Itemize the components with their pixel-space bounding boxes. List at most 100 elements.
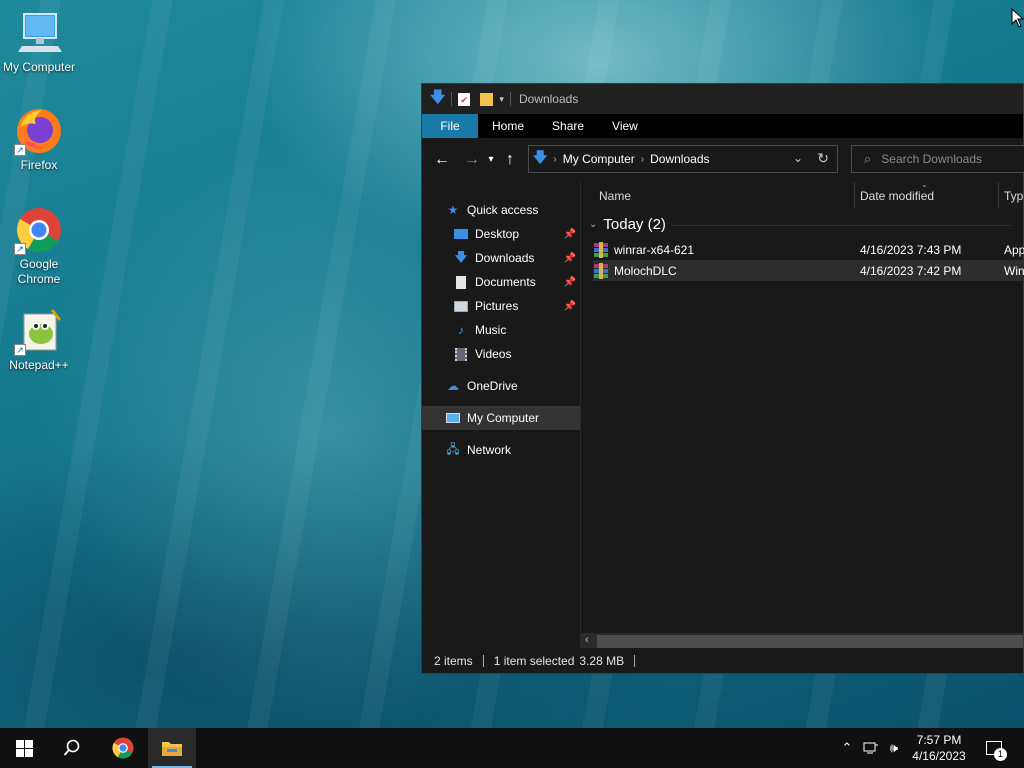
desktop-icon-firefox[interactable]: ↗ Firefox bbox=[0, 106, 78, 173]
window-title: Downloads bbox=[518, 92, 579, 106]
search-icon bbox=[63, 739, 80, 756]
desktop-icon-label: My Computer bbox=[2, 60, 76, 74]
status-size: 3.28 MB bbox=[579, 653, 625, 668]
action-center-button[interactable]: 1 bbox=[980, 728, 1008, 768]
column-divider[interactable] bbox=[854, 182, 855, 208]
nav-item-videos[interactable]: Videos bbox=[422, 342, 580, 366]
scroll-left-arrow-icon[interactable]: ‹ bbox=[585, 634, 589, 646]
new-folder-icon[interactable] bbox=[480, 92, 494, 106]
file-date: 4/16/2023 7:43 PM bbox=[860, 242, 962, 257]
forward-arrow-icon[interactable]: → bbox=[460, 148, 484, 172]
video-icon bbox=[454, 347, 468, 361]
pin-icon[interactable]: 📌 bbox=[564, 301, 576, 312]
taskbar-file-explorer[interactable] bbox=[148, 728, 196, 768]
show-hidden-icons-chevron-icon[interactable]: ⌃ bbox=[838, 728, 856, 768]
chevron-right-icon[interactable]: › bbox=[641, 154, 644, 165]
desktop-icon-my-computer[interactable]: My Computer bbox=[0, 8, 78, 75]
file-type: App bbox=[1004, 242, 1024, 257]
nav-item-quick-access[interactable]: ★ Quick access bbox=[422, 198, 580, 222]
desktop-icon-label: Google bbox=[19, 257, 59, 271]
search-icon: ⌕ bbox=[864, 151, 872, 166]
nav-item-music[interactable]: ♪ Music bbox=[422, 318, 580, 342]
desktop-icon-notepadpp[interactable]: ↗ Notepad++ bbox=[0, 306, 78, 373]
up-arrow-icon[interactable]: ↑ bbox=[498, 148, 522, 172]
customize-qat-chevron-icon[interactable]: ▾ bbox=[499, 94, 504, 105]
desktop-icon-label: Chrome bbox=[17, 272, 61, 286]
nav-item-network[interactable]: 🖧 Network bbox=[422, 438, 580, 462]
divider bbox=[482, 654, 484, 667]
nav-item-documents[interactable]: Documents 📌 bbox=[422, 270, 580, 294]
column-header-date-modified[interactable]: Date modified bbox=[860, 189, 934, 203]
nav-item-desktop[interactable]: Desktop 📌 bbox=[422, 222, 580, 246]
sort-chevron-icon: ⌄ bbox=[921, 180, 928, 189]
scrollbar-thumb[interactable] bbox=[597, 635, 1023, 648]
file-list[interactable]: Name Date modified ⌄ Type ⌄ Today (2) bbox=[581, 180, 1024, 650]
chevron-down-icon[interactable]: ⌄ bbox=[793, 151, 803, 165]
group-label: Today (2) bbox=[603, 216, 666, 233]
navigation-bar: ← → ▾ ↑ 🡇 › My Computer › Downloads ⌄ ↻ … bbox=[422, 138, 1024, 182]
tab-file[interactable]: File bbox=[422, 114, 478, 138]
cloud-icon: ☁ bbox=[447, 379, 459, 393]
network-status-icon[interactable] bbox=[860, 728, 882, 768]
search-button[interactable] bbox=[48, 728, 96, 768]
breadcrumb-downloads[interactable]: Downloads bbox=[650, 152, 709, 166]
system-clock[interactable]: 7:57 PM 4/16/2023 bbox=[902, 732, 976, 764]
download-arrow-icon: 🡇 bbox=[454, 249, 468, 264]
search-box[interactable]: ⌕ Search Downloads bbox=[851, 145, 1024, 173]
shortcut-arrow-icon: ↗ bbox=[14, 243, 26, 255]
start-button[interactable] bbox=[0, 728, 48, 768]
nav-item-onedrive[interactable]: ☁ OneDrive bbox=[422, 374, 580, 398]
breadcrumb-my-computer[interactable]: My Computer bbox=[563, 152, 635, 166]
desktop-icon-label: Firefox bbox=[20, 158, 58, 172]
divider bbox=[451, 92, 453, 106]
firefox-icon: ↗ bbox=[14, 106, 64, 156]
recent-locations-chevron-icon[interactable]: ▾ bbox=[484, 148, 498, 172]
winrar-icon bbox=[593, 262, 609, 279]
properties-icon[interactable]: ✔ bbox=[458, 92, 471, 106]
nav-item-label: Documents bbox=[475, 275, 536, 289]
group-header-today[interactable]: ⌄ Today (2) bbox=[589, 216, 1011, 233]
chevron-right-icon[interactable]: › bbox=[553, 154, 556, 165]
title-bar[interactable]: 🡇 ✔ ▾ Downloads bbox=[422, 84, 1023, 114]
column-divider[interactable] bbox=[998, 182, 999, 208]
desktop-icon-chrome[interactable]: ↗ Google Chrome bbox=[0, 205, 78, 287]
mouse-cursor-icon bbox=[1011, 8, 1024, 28]
chrome-icon bbox=[112, 737, 134, 759]
column-header-type[interactable]: Type bbox=[1004, 189, 1024, 203]
file-explorer-window[interactable]: 🡇 ✔ ▾ Downloads File Home Share View ← →… bbox=[421, 83, 1024, 674]
search-placeholder: Search Downloads bbox=[881, 152, 983, 166]
document-icon bbox=[454, 275, 468, 289]
pin-icon[interactable]: 📌 bbox=[564, 229, 576, 240]
picture-icon bbox=[454, 299, 468, 313]
refresh-icon[interactable]: ↻ bbox=[817, 150, 829, 167]
file-type: Win bbox=[1004, 263, 1024, 278]
divider bbox=[634, 654, 636, 667]
notification-count-badge: 1 bbox=[994, 748, 1007, 761]
chevron-down-icon[interactable]: ⌄ bbox=[589, 219, 597, 230]
nav-item-my-computer[interactable]: My Computer bbox=[422, 406, 580, 430]
nav-item-label: Music bbox=[475, 323, 507, 337]
pin-icon[interactable]: 📌 bbox=[564, 277, 576, 288]
address-bar[interactable]: 🡇 › My Computer › Downloads ⌄ ↻ bbox=[528, 145, 838, 173]
nav-item-label: Desktop bbox=[475, 227, 520, 241]
tab-view[interactable]: View bbox=[598, 114, 652, 138]
file-row-selected[interactable]: MolochDLC 4/16/2023 7:42 PM Win bbox=[593, 260, 1024, 281]
winrar-icon bbox=[593, 241, 609, 258]
nav-item-downloads[interactable]: 🡇 Downloads 📌 bbox=[422, 246, 580, 270]
tab-home[interactable]: Home bbox=[478, 114, 538, 138]
nav-item-label: OneDrive bbox=[467, 379, 518, 393]
shortcut-arrow-icon: ↗ bbox=[14, 344, 26, 356]
volume-icon[interactable]: 🕪 bbox=[884, 728, 904, 768]
desktop-icon-label: Notepad++ bbox=[9, 358, 69, 372]
tab-share[interactable]: Share bbox=[538, 114, 598, 138]
status-bar: 2 items 1 item selected 3.28 MB bbox=[422, 648, 1023, 673]
file-row[interactable]: winrar-x64-621 4/16/2023 7:43 PM App bbox=[593, 239, 1024, 260]
nav-item-pictures[interactable]: Pictures 📌 bbox=[422, 294, 580, 318]
nav-item-label: My Computer bbox=[467, 411, 540, 425]
divider bbox=[509, 92, 511, 106]
column-header-name[interactable]: Name bbox=[599, 189, 631, 203]
taskbar-chrome[interactable] bbox=[99, 728, 147, 768]
clock-time: 7:57 PM bbox=[916, 733, 962, 747]
pin-icon[interactable]: 📌 bbox=[564, 253, 576, 264]
back-arrow-icon[interactable]: ← bbox=[430, 148, 454, 172]
